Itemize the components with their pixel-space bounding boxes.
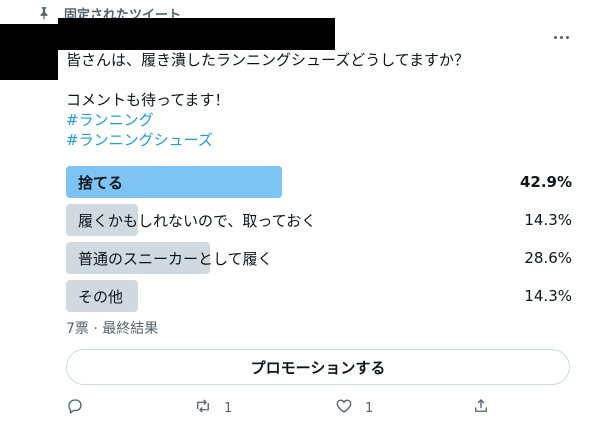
reply-button[interactable]: [66, 394, 96, 422]
more-dot-icon: [559, 35, 563, 39]
tweet-line: 皆さんは、履き潰したランニングシューズどうしてますか？: [66, 51, 470, 69]
share-icon: [472, 397, 490, 419]
redacted-avatar: [0, 24, 58, 80]
poll-option-percent: 14.3%: [524, 287, 572, 305]
retweet-count: 1: [224, 400, 233, 416]
like-count: 1: [365, 400, 374, 416]
tweet-text: 皆さんは、履き潰したランニングシューズどうしてますか？ コメントも待ってます！ …: [66, 50, 566, 150]
tweet-line: コメントも待ってます！: [66, 91, 230, 109]
like-button[interactable]: 1: [335, 394, 373, 422]
hashtag-link[interactable]: #ランニングシューズ: [66, 130, 566, 150]
retweet-button[interactable]: 1: [194, 394, 232, 422]
poll-option-label: 捨てる: [78, 173, 124, 192]
promote-button[interactable]: プロモーションする: [66, 349, 570, 385]
more-dot-icon: [565, 35, 569, 39]
poll-option: その他 14.3%: [66, 280, 572, 312]
poll-option-percent: 14.3%: [524, 211, 572, 229]
poll-result-meta: 7票 · 最終結果: [66, 321, 159, 337]
reply-icon: [66, 397, 84, 419]
more-options-button[interactable]: [549, 28, 573, 46]
share-button[interactable]: [472, 394, 490, 422]
poll-option: 普通のスニーカーとして履く 28.6%: [66, 242, 572, 274]
poll-option-label: 普通のスニーカーとして履く: [78, 249, 273, 268]
retweet-icon: [194, 397, 212, 419]
poll: 捨てる 42.9% 履くかもしれないので、取っておく 14.3% 普通のスニーカ…: [66, 166, 572, 318]
hashtag-link[interactable]: #ランニング: [66, 110, 566, 130]
more-dot-icon: [553, 35, 557, 39]
poll-option-percent: 28.6%: [524, 249, 572, 267]
redacted-author-name: [58, 18, 335, 50]
heart-icon: [335, 397, 353, 419]
tweet-actions: 1 1: [58, 394, 498, 422]
poll-option-percent: 42.9%: [519, 173, 572, 191]
poll-option: 履くかもしれないので、取っておく 14.3%: [66, 204, 572, 236]
poll-option: 捨てる 42.9%: [66, 166, 572, 198]
pin-icon: [36, 5, 52, 21]
poll-option-label: 履くかもしれないので、取っておく: [78, 211, 317, 230]
poll-option-label: その他: [78, 287, 124, 306]
